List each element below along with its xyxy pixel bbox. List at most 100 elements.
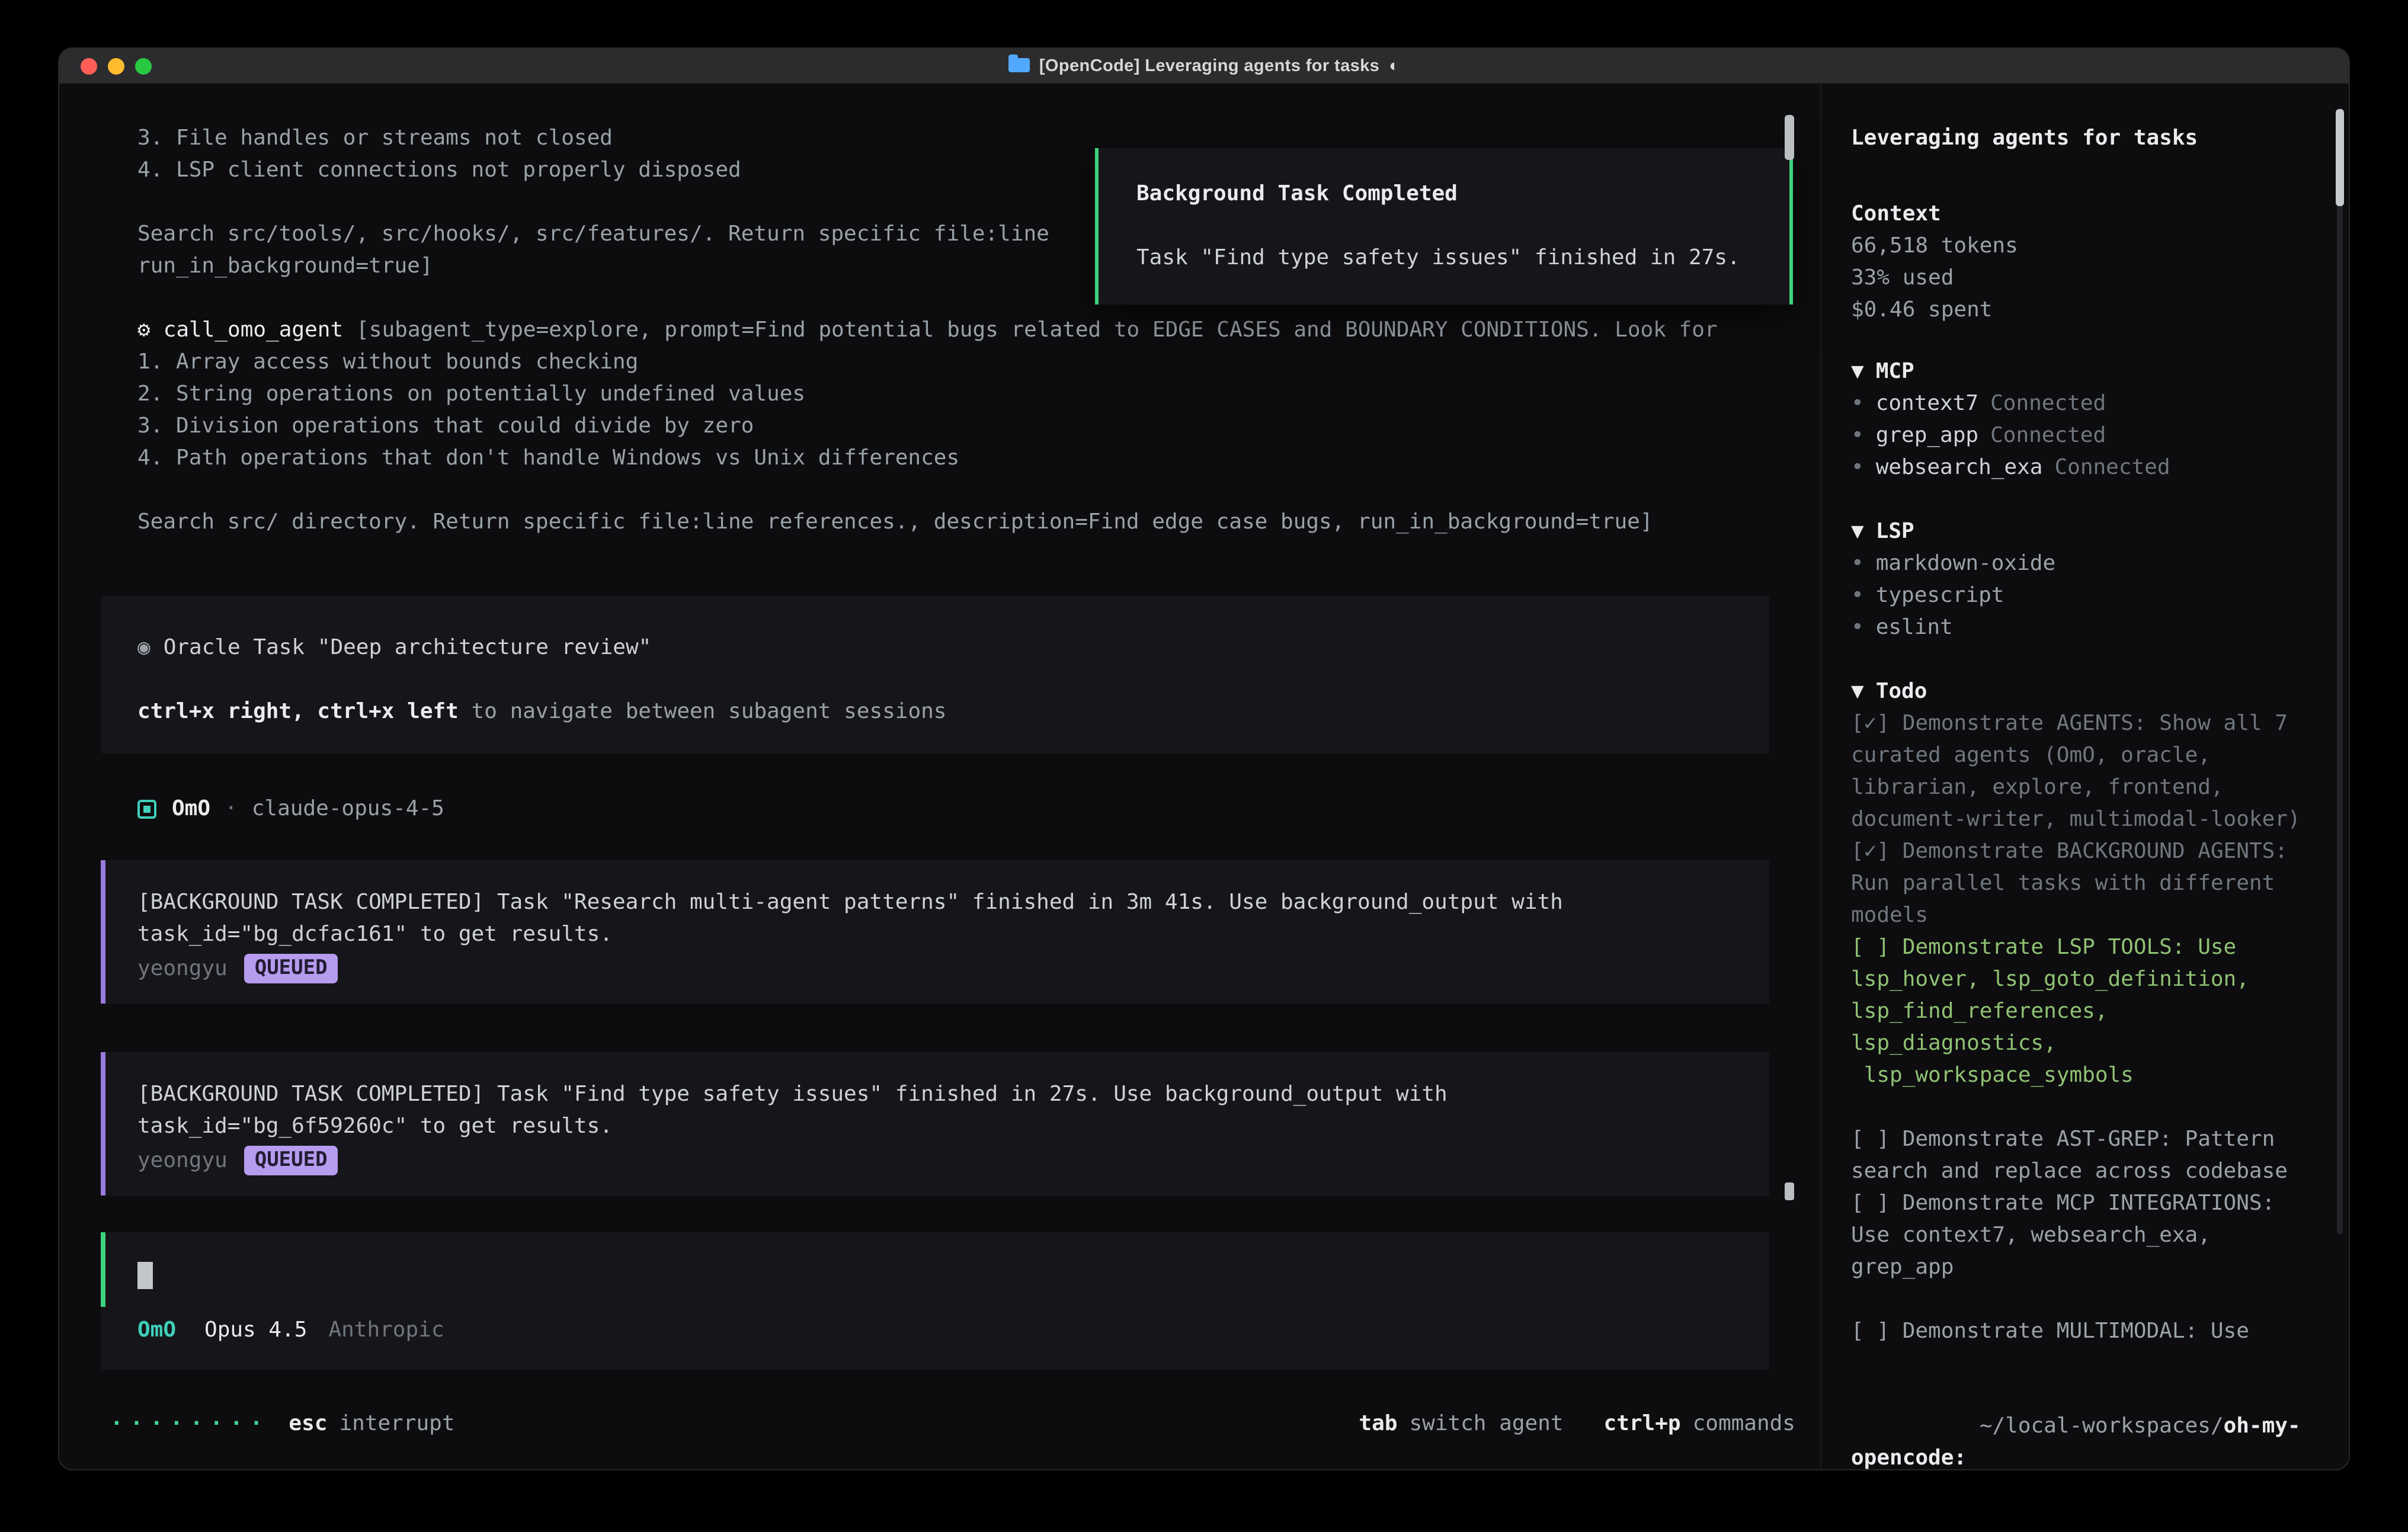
mcp-status: Connected [1990,387,2106,419]
mcp-item: • grep_app Connected [1851,419,2313,451]
mcp-name: grep_app [1876,419,1978,451]
message-meta: yeongyu QUEUED [137,1145,1734,1177]
lsp-name: typescript [1876,579,2004,611]
tab-hint-group: tab switch agent [1359,1408,1563,1440]
context-used: 33% used [1851,262,2313,294]
notification-toast[interactable]: Background Task Completed Task "Find typ… [1095,148,1793,305]
spacer [1136,210,1789,242]
tool-call-arg-list: 1. Array access without bounds checking … [137,346,1820,474]
terminal-window: [OpenCode] Leveraging agents for tasks◐ … [58,47,2350,1470]
tool-call-line: ⚙ call_omo_agent [subagent_type=explore, p… [137,314,1820,346]
ctrl-p-key-label: commands [1693,1408,1795,1440]
chevron-down-icon: ▼ [1851,359,1864,384]
footer-agent-name: OmO [137,1314,176,1346]
bullet-icon: • [1851,611,1864,643]
bullet-icon: • [1851,419,1864,451]
tool-call-args: [subagent_type=explore, prompt=Find pote… [356,318,1717,342]
lsp-name: eslint [1876,611,1953,643]
lsp-item: • typescript [1851,579,2313,611]
mcp-name: websearch_exa [1876,451,2043,483]
mcp-name: context7 [1876,387,1978,419]
mcp-status: Connected [1990,419,2106,451]
todo-item-done: [✓] Demonstrate AGENTS: Show all 7 curat… [1851,707,2313,835]
lsp-item: • markdown-oxide [1851,547,2313,579]
todo-item-pending: [ ] Demonstrate MCP INTEGRATIONS: Use co… [1851,1187,2313,1283]
hint-rest: to navigate between subagent sessions [459,699,947,724]
message-author: yeongyu [137,953,228,985]
esc-key-hint: esc [289,1408,327,1440]
workspace-path: ~/local-workspaces/oh-my-opencode: maste… [1851,1378,2313,1470]
queued-badge: QUEUED [244,954,338,983]
agent-square-icon [137,799,156,818]
message-background-task-2: [BACKGROUND TASK COMPLETED] Task "Find t… [101,1052,1769,1196]
fisheye-icon: ◉ [137,635,150,660]
main-scrollbar-mark[interactable] [1785,1182,1794,1200]
ctrl-p-key-hint: ctrl+p [1604,1408,1681,1440]
oracle-task-title: Oracle Task "Deep architecture review" [164,635,652,660]
screen: [OpenCode] Leveraging agents for tasks◐ … [0,0,2408,1532]
message-background-task-1: [BACKGROUND TASK COMPLETED] Task "Resear… [101,860,1769,1004]
tool-call-name: call_omo_agent [164,318,343,342]
message-meta: yeongyu QUEUED [137,953,1734,985]
footer-model-name: Opus 4.5 [204,1314,307,1346]
esc-key-label: interrupt [339,1408,454,1440]
footer-provider-name: Anthropic [328,1314,444,1346]
mcp-section-heading[interactable]: ▼MCP [1851,355,2313,387]
hint-keys: ctrl+x right, ctrl+x left [137,699,459,724]
window-title-text: [OpenCode] Leveraging agents for tasks [1039,56,1379,75]
todo-item-active: [ ] Demonstrate LSP TOOLS: Use lsp_hover… [1851,931,2313,1091]
mcp-item: • context7 Connected [1851,387,2313,419]
context-heading: Context [1851,198,2313,230]
todo-item-done: [✓] Demonstrate BACKGROUND AGENTS: Run p… [1851,835,2313,931]
titlebar: [OpenCode] Leveraging agents for tasks ◐ [59,49,2349,84]
workspace-path-dim: ~/local-workspaces/ [1980,1414,2224,1438]
agent-name: OmO [172,793,210,825]
bullet-icon: • [1851,387,1864,419]
message-text: [BACKGROUND TASK COMPLETED] Task "Find t… [137,1078,1734,1142]
status-right: tab switch agent ctrl+p commands [1318,1408,1795,1440]
window-title: [OpenCode] Leveraging agents for tasks ◐ [59,56,2349,75]
todo-item-pending: [ ] Demonstrate AST-GREP: Pattern search… [1851,1123,2313,1187]
spacer [137,664,1734,696]
agent-header: OmO · claude-opus-4-5 [137,793,1820,825]
toast-body: Task "Find type safety issues" finished … [1136,242,1789,274]
main-scrollbar-thumb[interactable] [1785,115,1794,160]
bullet-icon: • [1851,579,1864,611]
chevron-down-icon: ▼ [1851,519,1864,544]
bullet-icon: • [1851,451,1864,483]
session-title: Leveraging agents for tasks [1851,122,2313,154]
prompt-input-box[interactable]: OmO Opus 4.5 Anthropic [101,1232,1769,1370]
tab-key-hint: tab [1359,1408,1397,1440]
folder-icon [1008,57,1030,72]
text-cursor [137,1261,153,1289]
lsp-section-heading[interactable]: ▼LSP [1851,515,2313,547]
oracle-task-hint: ctrl+x right, ctrl+x left to navigate be… [137,696,1734,727]
mcp-item: • websearch_exa Connected [1851,451,2313,483]
todo-item-pending: [ ] Demonstrate MULTIMODAL: Use [1851,1315,2313,1347]
sidebar-scrollbar-thumb[interactable] [2336,109,2344,206]
progress-half-circle-icon: ◐ [1389,56,1400,75]
gear-icon: ⚙ [137,318,150,342]
queued-badge: QUEUED [244,1146,338,1175]
message-author: yeongyu [137,1145,228,1177]
agent-model: claude-opus-4-5 [252,793,444,825]
status-left: ········ esc interrupt [110,1408,455,1440]
oracle-task-panel: ◉Oracle Task "Deep architecture review" … [101,596,1769,754]
chevron-down-icon: ▼ [1851,679,1864,704]
lsp-name: markdown-oxide [1876,547,2055,579]
status-bar: ········ esc interrupt tab switch agent … [110,1408,1795,1440]
sidebar-scrollbar-track[interactable] [2337,109,2343,1235]
context-spent: $0.46 spent [1851,294,2313,326]
tab-key-label: switch agent [1409,1408,1563,1440]
separator-dot: · [225,793,238,825]
bullet-icon: • [1851,547,1864,579]
spinner-dots: ········ [110,1408,270,1440]
message-text: [BACKGROUND TASK COMPLETED] Task "Resear… [137,886,1734,950]
todo-section-heading[interactable]: ▼Todo [1851,675,2313,707]
input-footer: OmO Opus 4.5 Anthropic [101,1307,1769,1370]
chat-area: 3. File handles or streams not closed 4.… [59,84,1820,1470]
mcp-status: Connected [2054,451,2170,483]
commands-hint-group: ctrl+p commands [1604,1408,1795,1440]
session-sidebar: Leveraging agents for tasks Context 66,5… [1820,84,2349,1470]
prompt-editor[interactable] [101,1232,1769,1307]
